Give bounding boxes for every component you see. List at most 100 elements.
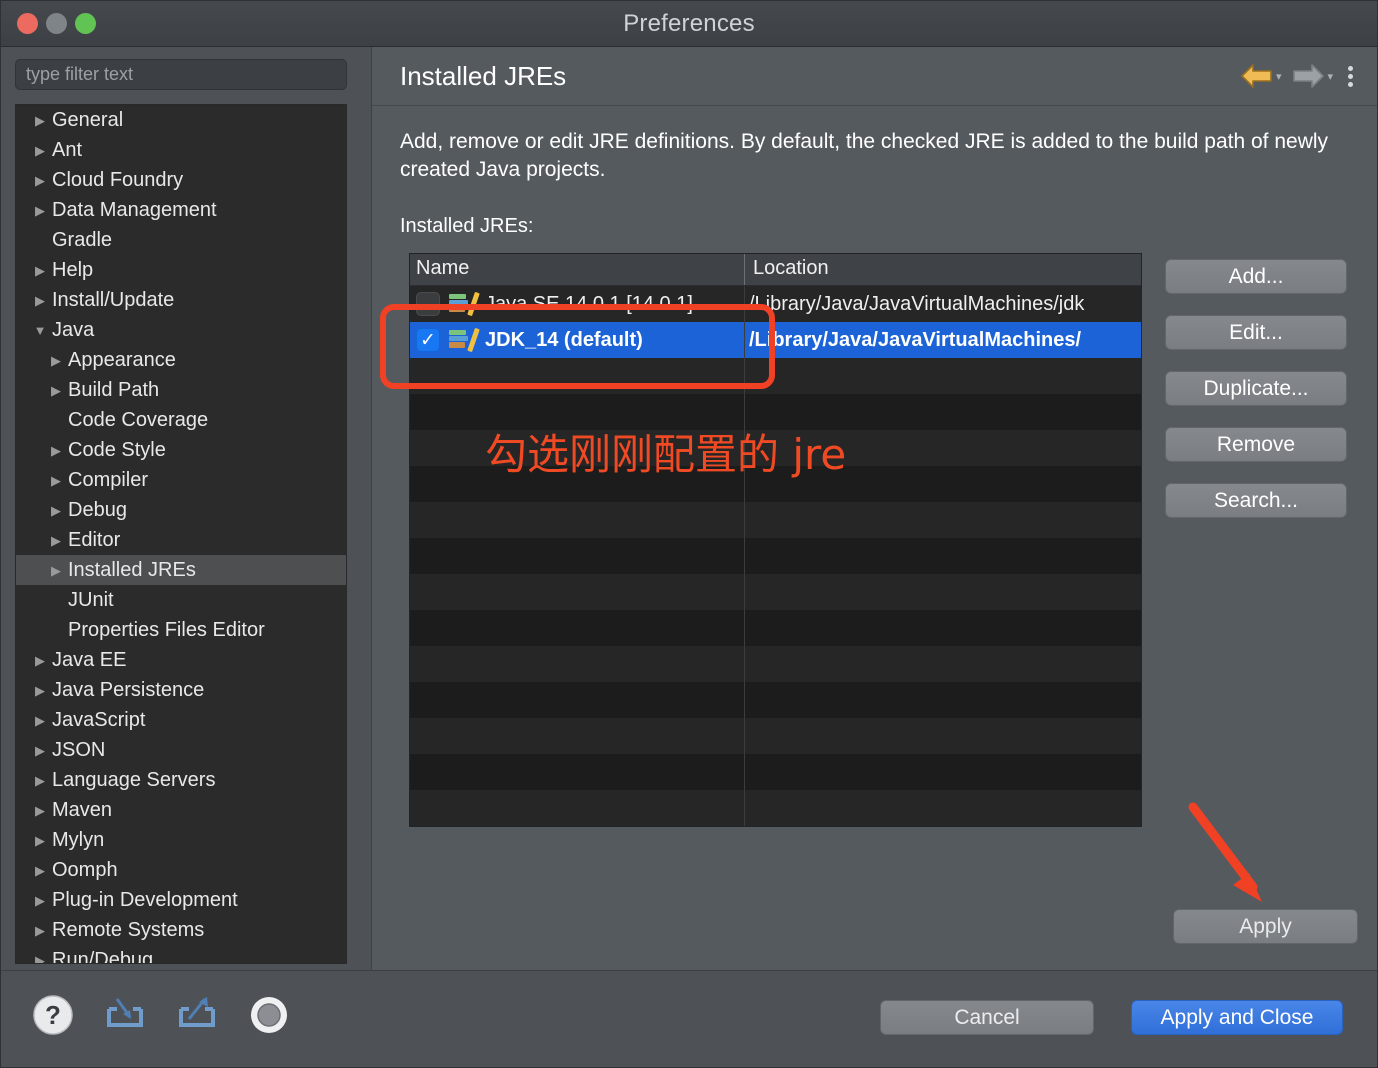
table-row-empty[interactable] — [410, 718, 1141, 754]
sidebar-item-junit[interactable]: ▶ JUnit — [16, 585, 346, 615]
chevron-right-icon[interactable]: ▶ — [32, 114, 48, 127]
installed-jres-table[interactable]: Name Location Java SE 14.0.1 [14.0.1] /Li… — [409, 253, 1142, 827]
search-button[interactable]: Search... — [1165, 483, 1347, 518]
restore-defaults-icon[interactable] — [247, 993, 291, 1037]
table-row-empty[interactable] — [410, 790, 1141, 826]
chevron-right-icon[interactable]: ▶ — [32, 774, 48, 787]
chevron-right-icon[interactable]: ▶ — [32, 144, 48, 157]
add-button[interactable]: Add... — [1165, 259, 1347, 294]
chevron-right-icon[interactable]: ▶ — [32, 864, 48, 877]
sidebar-item-javascript[interactable]: ▶ JavaScript — [16, 705, 346, 735]
maximize-button[interactable] — [75, 13, 96, 34]
sidebar-item-java-persistence[interactable]: ▶ Java Persistence — [16, 675, 346, 705]
back-button[interactable]: ▾ — [1237, 61, 1285, 91]
remove-button[interactable]: Remove — [1165, 427, 1347, 462]
export-icon[interactable] — [175, 993, 219, 1037]
sidebar-item-properties-files-editor[interactable]: ▶ Properties Files Editor — [16, 615, 346, 645]
chevron-right-icon[interactable]: ▶ — [32, 264, 48, 277]
sidebar-item-gradle[interactable]: ▶ Gradle — [16, 225, 346, 255]
table-row[interactable]: Java SE 14.0.1 [14.0.1] /Library/Java/Jav… — [410, 286, 1141, 322]
minimize-button[interactable] — [46, 13, 67, 34]
duplicate-button[interactable]: Duplicate... — [1165, 371, 1347, 406]
sidebar-item-installed-jres[interactable]: ▶ Installed JREs — [16, 555, 346, 585]
chevron-right-icon[interactable]: ▶ — [48, 354, 64, 367]
panel-toolbar: ▾ ▾ — [1237, 61, 1361, 91]
chevron-right-icon[interactable]: ▶ — [32, 654, 48, 667]
sidebar-item-plug-in-development[interactable]: ▶ Plug-in Development — [16, 885, 346, 915]
back-arrow-icon — [1241, 64, 1272, 88]
table-row-empty[interactable] — [410, 610, 1141, 646]
forward-dropdown-caret[interactable]: ▾ — [1327, 70, 1333, 83]
sidebar-item-remote-systems[interactable]: ▶ Remote Systems — [16, 915, 346, 945]
cell-location — [745, 610, 1141, 646]
table-row[interactable]: JDK_14 (default) /Library/Java/JavaVirtua… — [410, 322, 1141, 358]
chevron-right-icon[interactable]: ▶ — [48, 534, 64, 547]
sidebar-item-language-servers[interactable]: ▶ Language Servers — [16, 765, 346, 795]
chevron-right-icon[interactable]: ▶ — [32, 684, 48, 697]
help-icon[interactable]: ? — [31, 993, 75, 1037]
sidebar-item-run-debug[interactable]: ▶ Run/Debug — [16, 945, 346, 964]
sidebar-item-cloud-foundry[interactable]: ▶ Cloud Foundry — [16, 165, 346, 195]
sidebar-item-general[interactable]: ▶ General — [16, 105, 346, 135]
chevron-right-icon[interactable]: ▶ — [32, 744, 48, 757]
chevron-down-icon[interactable]: ▼ — [32, 324, 48, 337]
chevron-right-icon[interactable]: ▶ — [48, 564, 64, 577]
chevron-right-icon[interactable]: ▶ — [32, 174, 48, 187]
jre-checkbox[interactable] — [416, 328, 440, 352]
sidebar-item-oomph[interactable]: ▶ Oomph — [16, 855, 346, 885]
table-body[interactable]: Java SE 14.0.1 [14.0.1] /Library/Java/Jav… — [410, 286, 1141, 826]
sidebar-item-editor[interactable]: ▶ Editor — [16, 525, 346, 555]
sidebar-item-compiler[interactable]: ▶ Compiler — [16, 465, 346, 495]
preferences-tree[interactable]: ▶ General ▶ Ant ▶ Cloud Foundry ▶ Data Manageme… — [15, 104, 347, 964]
cancel-button[interactable]: Cancel — [880, 1000, 1094, 1035]
chevron-right-icon[interactable]: ▶ — [32, 924, 48, 937]
sidebar-item-mylyn[interactable]: ▶ Mylyn — [16, 825, 346, 855]
table-row-empty[interactable] — [410, 358, 1141, 394]
column-header-location[interactable]: Location — [745, 254, 1141, 285]
page-title: Installed JREs — [400, 61, 567, 91]
chevron-right-icon[interactable]: ▶ — [32, 204, 48, 217]
sidebar-item-code-style[interactable]: ▶ Code Style — [16, 435, 346, 465]
sidebar-item-build-path[interactable]: ▶ Build Path — [16, 375, 346, 405]
sidebar-item-label: Build Path — [68, 378, 160, 401]
chevron-right-icon[interactable]: ▶ — [32, 954, 48, 964]
chevron-right-icon[interactable]: ▶ — [48, 474, 64, 487]
sidebar-item-help[interactable]: ▶ Help — [16, 255, 346, 285]
chevron-right-icon[interactable]: ▶ — [48, 384, 64, 397]
chevron-right-icon[interactable]: ▶ — [32, 804, 48, 817]
chevron-right-icon[interactable]: ▶ — [48, 504, 64, 517]
tree-spacer: ▶ — [48, 414, 64, 427]
column-header-name[interactable]: Name — [410, 254, 745, 285]
jre-checkbox[interactable] — [416, 292, 440, 316]
sidebar-item-install-update[interactable]: ▶ Install/Update — [16, 285, 346, 315]
sidebar-item-json[interactable]: ▶ JSON — [16, 735, 346, 765]
import-icon[interactable] — [103, 993, 147, 1037]
sidebar-item-code-coverage[interactable]: ▶ Code Coverage — [16, 405, 346, 435]
chevron-right-icon[interactable]: ▶ — [32, 894, 48, 907]
sidebar-item-appearance[interactable]: ▶ Appearance — [16, 345, 346, 375]
chevron-right-icon[interactable]: ▶ — [32, 834, 48, 847]
kebab-menu-icon[interactable] — [1340, 62, 1361, 91]
forward-button[interactable]: ▾ — [1288, 61, 1336, 91]
close-button[interactable] — [17, 13, 38, 34]
sidebar-item-debug[interactable]: ▶ Debug — [16, 495, 346, 525]
table-row-empty[interactable] — [410, 682, 1141, 718]
chevron-right-icon[interactable]: ▶ — [32, 294, 48, 307]
sidebar-item-data-management[interactable]: ▶ Data Management — [16, 195, 346, 225]
back-dropdown-caret[interactable]: ▾ — [1276, 70, 1282, 83]
sidebar-item-java[interactable]: ▼ Java — [16, 315, 346, 345]
table-row-empty[interactable] — [410, 502, 1141, 538]
sidebar-item-maven[interactable]: ▶ Maven — [16, 795, 346, 825]
filter-input[interactable]: type filter text — [15, 59, 347, 90]
edit-button[interactable]: Edit... — [1165, 315, 1347, 350]
chevron-right-icon[interactable]: ▶ — [32, 714, 48, 727]
cell-name — [410, 574, 745, 610]
table-row-empty[interactable] — [410, 646, 1141, 682]
table-row-empty[interactable] — [410, 574, 1141, 610]
apply-and-close-button[interactable]: Apply and Close — [1131, 1000, 1343, 1035]
chevron-right-icon[interactable]: ▶ — [48, 444, 64, 457]
table-row-empty[interactable] — [410, 754, 1141, 790]
sidebar-item-java-ee[interactable]: ▶ Java EE — [16, 645, 346, 675]
table-row-empty[interactable] — [410, 538, 1141, 574]
sidebar-item-ant[interactable]: ▶ Ant — [16, 135, 346, 165]
